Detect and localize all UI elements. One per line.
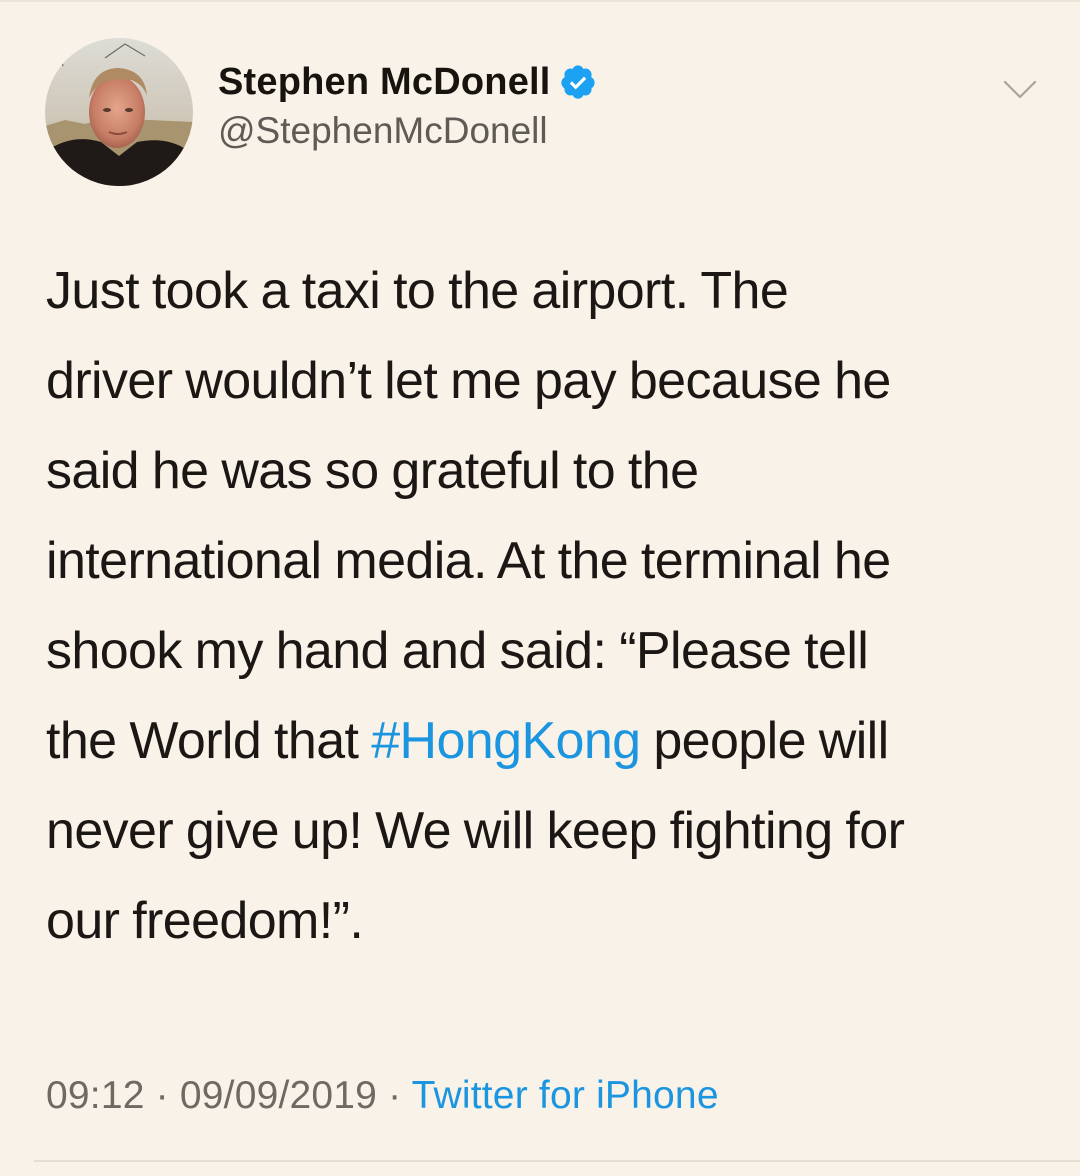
- verified-badge-icon: [560, 65, 595, 99]
- tweet-text-line: shook my hand and said: “Please tell: [46, 622, 869, 680]
- author-name-row: Stephen McDonell: [218, 58, 597, 106]
- tweet-text-line: Just took a taxi to the airport. The: [46, 262, 789, 320]
- chevron-down-icon[interactable]: [1002, 78, 1038, 102]
- tweet-text-segment: the World that: [46, 712, 372, 770]
- tweet-text-line: our freedom!”.: [46, 892, 364, 950]
- tweet-source-link[interactable]: Twitter for iPhone: [412, 1074, 719, 1117]
- tweet-card: Stephen McDonell @StephenMcDonell Just t…: [0, 0, 1080, 1176]
- tweet-time[interactable]: 09:12: [46, 1074, 145, 1117]
- tweet-text-line: international media. At the terminal he: [46, 532, 891, 590]
- tweet-text-line: said he was so grateful to the: [46, 442, 699, 500]
- tweet-metadata: 09:12 · 09/09/2019 · Twitter for iPhone: [46, 1074, 719, 1118]
- bottom-divider: [34, 1160, 1080, 1162]
- author-display-name[interactable]: Stephen McDonell: [218, 61, 551, 104]
- meta-separator: ·: [144, 1074, 180, 1117]
- avatar-image: [45, 38, 193, 186]
- hashtag-link[interactable]: #HongKong: [371, 712, 641, 770]
- tweet-text-line-with-hashtag: the World that #HongKong people will: [46, 696, 1056, 786]
- avatar[interactable]: [45, 38, 193, 186]
- tweet-text-segment: people will: [640, 712, 889, 770]
- tweet-text: Just took a taxi to the airport. The dri…: [46, 246, 1056, 966]
- tweet-date[interactable]: 09/09/2019: [180, 1074, 377, 1117]
- tweet-text-line: driver wouldn’t let me pay because he: [46, 352, 891, 410]
- top-divider: [0, 0, 1080, 2]
- author-handle[interactable]: @StephenMcDonell: [218, 110, 548, 152]
- tweet-text-line: never give up! We will keep fighting for: [46, 802, 905, 860]
- meta-separator: ·: [377, 1074, 412, 1117]
